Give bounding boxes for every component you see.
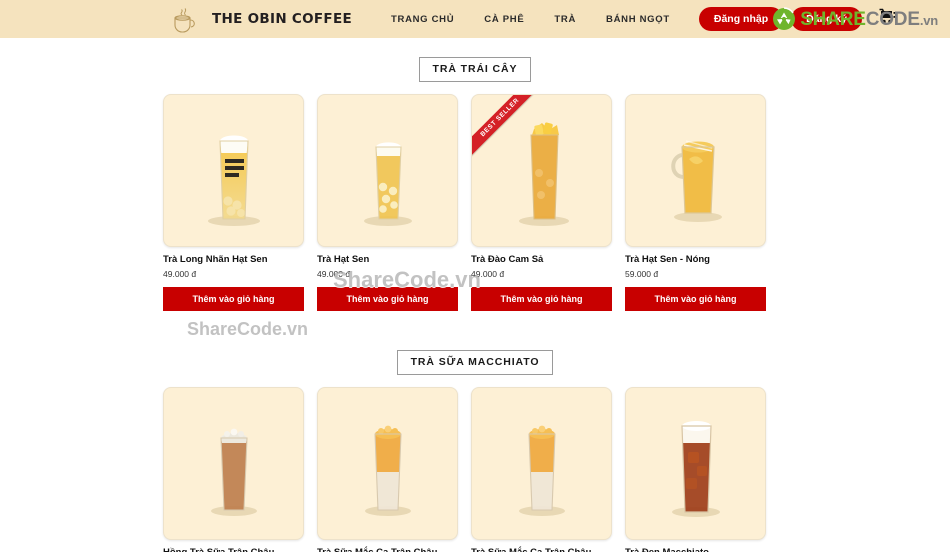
product-image[interactable] <box>163 387 304 541</box>
product-card: Trà Sữa Mắc Ca Trân Châu 55.000 đ Thêm v… <box>471 387 612 552</box>
brand-logo[interactable]: THE OBIN COFFEE <box>168 4 352 34</box>
product-card: Hồng Trà Sữa Trân Châu 55.000 đ Thêm vào… <box>163 387 304 552</box>
product-name[interactable]: Trà Hạt Sen - Nóng <box>625 254 766 265</box>
product-name[interactable]: Hồng Trà Sữa Trân Châu <box>163 547 304 552</box>
product-name[interactable]: Trà Đen Macchiato <box>625 547 766 552</box>
login-button[interactable]: Đăng nhập <box>698 7 784 31</box>
product-price: 59.000 đ <box>625 269 659 280</box>
section-header-fruit-tea: TRÀ TRÁI CÂY <box>0 57 950 82</box>
section-header-milk-tea: TRÀ SỮA MACCHIATO <box>0 350 950 376</box>
section-title: TRÀ TRÁI CÂY <box>418 57 532 82</box>
sharecode-text-share: SHARE <box>800 8 866 30</box>
product-card: Trà Hạt Sen 49.000 đ Thêm vào giỏ hàng <box>317 94 458 312</box>
product-image[interactable] <box>317 387 458 541</box>
add-to-cart-button[interactable]: Thêm vào giỏ hàng <box>163 287 304 312</box>
brand-name: THE OBIN COFFEE <box>212 11 352 27</box>
product-price: 49.000 đ <box>163 269 197 280</box>
nav-item-trang-chu[interactable]: TRANG CHỦ <box>391 14 454 25</box>
product-grid-fruit-tea: Trà Long Nhãn Hạt Sen 49.000 đ Thêm vào … <box>0 94 950 312</box>
add-to-cart-button[interactable]: Thêm vào giỏ hàng <box>625 287 766 312</box>
site-header: THE OBIN COFFEE TRANG CHỦ CÀ PHÊ TRÀ BÁN… <box>0 0 950 38</box>
product-card: BEST SELLER Trà Đào Cam Sả 49.000 đ Thêm… <box>471 94 612 312</box>
sharecode-text-vn: .vn <box>919 12 938 28</box>
product-name[interactable]: Trà Sữa Mắc Ca Trân Châu <box>317 547 458 552</box>
add-to-cart-button[interactable]: Thêm vào giỏ hàng <box>471 287 612 312</box>
product-image[interactable]: BEST SELLER <box>471 94 612 247</box>
product-image[interactable] <box>317 94 458 247</box>
product-image[interactable] <box>163 94 304 247</box>
main-nav: TRANG CHỦ CÀ PHÊ TRÀ BÁNH NGỌT <box>391 14 670 25</box>
sharecode-recycle-icon <box>772 7 796 31</box>
product-card: Trà Hạt Sen - Nóng 59.000 đ Thêm vào giỏ… <box>625 94 766 312</box>
product-grid-milk-tea: Hồng Trà Sữa Trân Châu 55.000 đ Thêm vào… <box>0 387 950 552</box>
sharecode-text-code: CODE <box>865 8 920 30</box>
product-name[interactable]: Trà Đào Cam Sả <box>471 254 612 265</box>
product-image[interactable] <box>471 387 612 541</box>
section-title: TRÀ SỮA MACCHIATO <box>396 350 554 376</box>
page-content: TRÀ TRÁI CÂY Trà Long Nhãn Hạt Sen 49.00… <box>0 57 950 552</box>
product-name[interactable]: Trà Hạt Sen <box>317 254 458 265</box>
coffee-cup-icon <box>168 4 202 34</box>
watermark-middle: ShareCode.vn <box>187 319 309 339</box>
product-price: 49.000 đ <box>471 269 505 280</box>
nav-item-ca-phe[interactable]: CÀ PHÊ <box>484 14 524 25</box>
nav-item-tra[interactable]: TRÀ <box>554 14 576 25</box>
product-price: 49.000 đ <box>317 269 351 280</box>
add-to-cart-button[interactable]: Thêm vào giỏ hàng <box>317 287 458 312</box>
product-card: Trà Sữa Mắc Ca Trân Châu 55.000 đ Thêm v… <box>317 387 458 552</box>
product-name[interactable]: Trà Long Nhãn Hạt Sen <box>163 254 304 265</box>
product-name[interactable]: Trà Sữa Mắc Ca Trân Châu <box>471 547 612 552</box>
product-card: Trà Long Nhãn Hạt Sen 49.000 đ Thêm vào … <box>163 94 304 312</box>
nav-item-banh-ngot[interactable]: BÁNH NGỌT <box>606 14 670 25</box>
sharecode-watermark-logo: SHARECODE.vn <box>772 7 938 31</box>
product-image[interactable] <box>625 94 766 247</box>
product-card: Trà Đen Macchiato 55.000 đ Thêm vào giỏ … <box>625 387 766 552</box>
product-image[interactable] <box>625 387 766 541</box>
